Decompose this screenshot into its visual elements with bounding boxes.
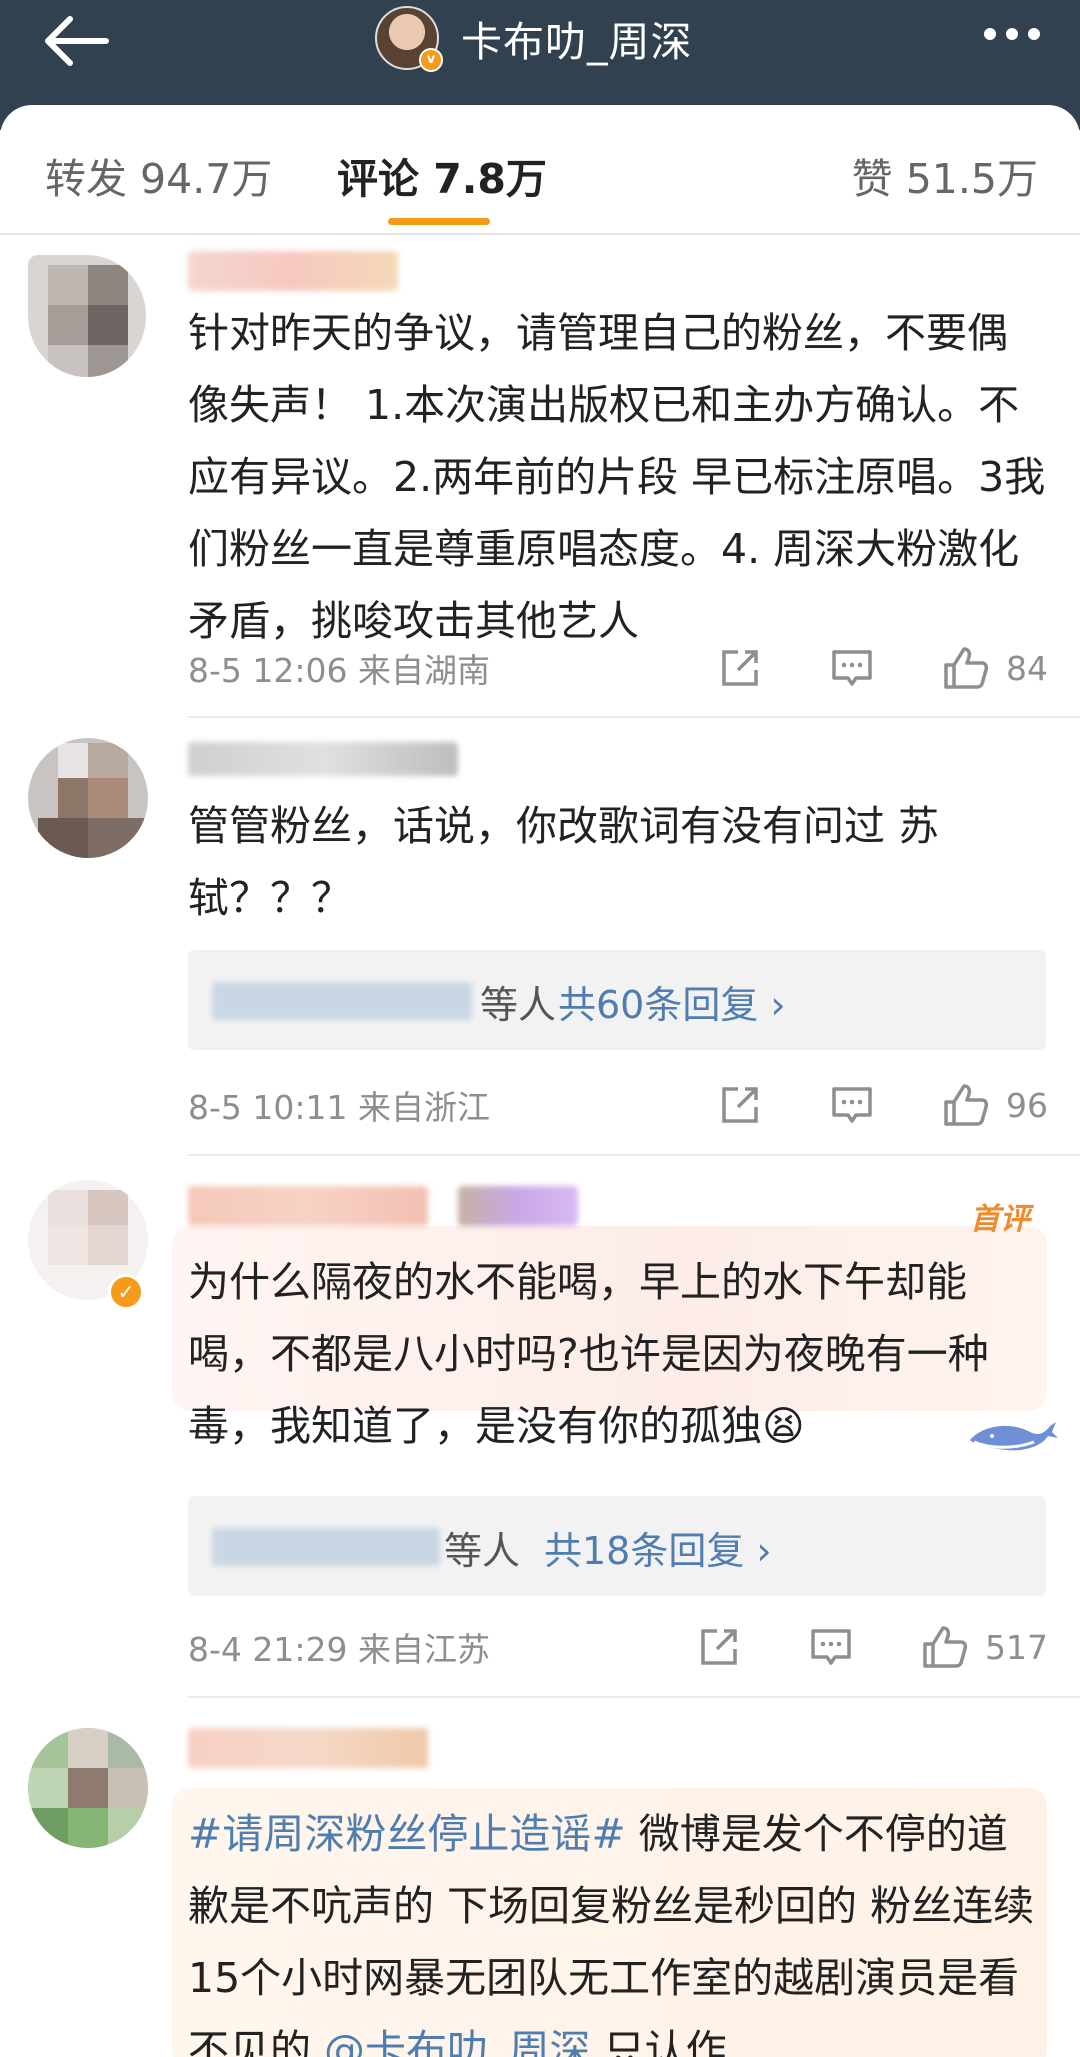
verified-badge-icon: ✓ xyxy=(108,1274,144,1310)
page-title: 卡布叻_周深 xyxy=(461,18,693,66)
like-button[interactable]: 517 xyxy=(921,1624,1048,1670)
like-count: 96 xyxy=(1006,1085,1048,1125)
comment-actions: 96 xyxy=(718,1080,1048,1130)
thumbs-up-icon xyxy=(944,1084,989,1126)
mention-link[interactable]: @卡布叻_周深 xyxy=(324,2026,591,2057)
comment-actions: 517 xyxy=(697,1622,1048,1672)
view-replies-link[interactable]: 共18条回复 › xyxy=(544,1520,772,1575)
back-arrow-icon xyxy=(45,16,109,66)
comment-time: 8-4 21:29 来自江苏 xyxy=(188,1630,490,1669)
reply-users-blurred xyxy=(212,1528,440,1566)
share-icon xyxy=(722,1087,758,1123)
comment-meta: 8-5 10:11 来自浙江 96 xyxy=(188,1080,1048,1130)
pixelated-avatar-icon xyxy=(28,738,148,858)
thumbs-up-icon xyxy=(923,1626,968,1668)
username-blurred[interactable] xyxy=(188,1186,428,1226)
comment-text: #请周深粉丝停止造谣# 微博是发个不停的道歉是不吭声的 下场回复粉丝是秒回的 粉… xyxy=(188,1798,1038,2057)
comment-text-tail: 只认作 xyxy=(590,2026,727,2057)
more-dots-icon xyxy=(984,28,996,40)
share-icon xyxy=(722,650,758,686)
more-dots-icon xyxy=(1006,28,1018,40)
comment-time: 8-5 10:11 来自浙江 xyxy=(188,1088,490,1127)
comment-text: 管管粉丝，话说，你改歌词有没有问过 苏轼？？？ xyxy=(188,802,940,922)
like-count: 517 xyxy=(985,1627,1048,1667)
tab-bar: 转发 94.7万 评论 7.8万 赞 51.5万 xyxy=(0,105,1080,235)
more-button[interactable] xyxy=(984,28,1040,40)
comment-meta: 8-5 12:06 来自湖南 84 xyxy=(188,643,1048,693)
comment-meta: 8-4 21:29 来自江苏 517 xyxy=(188,1622,1048,1672)
comment-text: 为什么隔夜的水不能喝，早上的水下午却能喝，不都是八小时吗?也许是因为夜晚有一种毒… xyxy=(188,1258,989,1450)
divider xyxy=(188,1696,1080,1698)
reply-button[interactable] xyxy=(830,646,874,690)
thumbs-up-icon xyxy=(944,647,989,689)
comment-time: 8-5 12:06 来自湖南 xyxy=(188,651,490,690)
reply-button[interactable] xyxy=(830,1083,874,1127)
whale-icon xyxy=(970,1422,1058,1451)
share-button[interactable] xyxy=(718,646,762,690)
comment-icon xyxy=(811,1629,851,1665)
username-blurred[interactable] xyxy=(188,251,398,291)
divider xyxy=(188,716,1080,718)
profile-title[interactable]: v 卡布叻_周深 xyxy=(375,0,693,76)
more-dots-icon xyxy=(1028,28,1040,40)
avatar[interactable] xyxy=(28,738,148,858)
tab-comment[interactable]: 评论 7.8万 xyxy=(337,145,547,205)
back-button[interactable] xyxy=(40,6,120,76)
reply-users-label: 等人 xyxy=(444,1529,521,1573)
pixelated-avatar-icon xyxy=(28,1728,148,1848)
comment-text: 针对昨天的争议，请管理自己的粉丝，不要偶像失声！ 1.本次演出版权已和主办方确认… xyxy=(188,309,1046,645)
avatar[interactable] xyxy=(28,1728,148,1848)
like-count: 84 xyxy=(1006,648,1048,688)
view-replies-link[interactable]: 共60条回复 › xyxy=(558,974,786,1029)
reply-preview[interactable]: 等人 共60条回复 › xyxy=(188,950,1046,1050)
share-button[interactable] xyxy=(718,1083,762,1127)
comment-icon xyxy=(832,1087,872,1123)
tab-repost[interactable]: 转发 94.7万 xyxy=(45,145,272,205)
share-icon xyxy=(701,1629,737,1665)
reply-button[interactable] xyxy=(809,1625,853,1669)
share-button[interactable] xyxy=(697,1625,741,1669)
like-button[interactable]: 96 xyxy=(942,1082,1048,1128)
user-badge-blurred xyxy=(458,1186,578,1226)
username-blurred[interactable] xyxy=(188,742,458,776)
comment-actions: 84 xyxy=(718,643,1048,693)
tab-like[interactable]: 赞 51.5万 xyxy=(852,145,1038,205)
pixelated-avatar-icon xyxy=(28,255,146,377)
username-blurred[interactable] xyxy=(188,1728,428,1768)
avatar[interactable] xyxy=(28,255,146,377)
hashtag-link[interactable]: #请周深粉丝停止造谣# xyxy=(188,1810,626,1858)
reply-users-label: 等人 xyxy=(480,983,557,1027)
reply-users-blurred xyxy=(212,982,472,1020)
verified-badge-icon: v xyxy=(419,48,443,72)
comment-icon xyxy=(832,650,872,686)
reply-preview[interactable]: 等人 共18条回复 › xyxy=(188,1496,1046,1596)
divider xyxy=(188,1154,1080,1156)
like-button[interactable]: 84 xyxy=(942,645,1048,691)
active-tab-indicator xyxy=(388,218,490,225)
avatar[interactable]: v xyxy=(375,6,443,72)
first-comment-badge: 首评 xyxy=(970,1202,1030,1237)
